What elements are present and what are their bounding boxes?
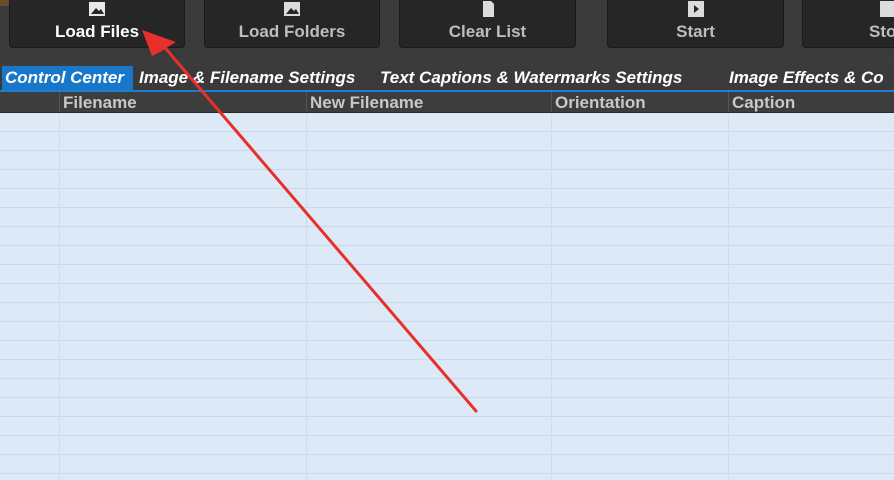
empty-row xyxy=(0,113,894,132)
column-divider xyxy=(728,113,729,480)
toolbar: Load Files Load Folders Clear List Start… xyxy=(0,0,894,58)
empty-row xyxy=(0,132,894,151)
tab-control-center[interactable]: Control Center xyxy=(2,66,133,90)
empty-row xyxy=(0,379,894,398)
settings-tabs: Control Center Image & Filename Settings… xyxy=(0,66,894,92)
file-list-grid[interactable]: Filename New Filename Orientation Captio… xyxy=(0,92,894,480)
image-icon xyxy=(284,2,300,16)
stop-icon xyxy=(880,1,894,17)
column-header-orientation[interactable]: Orientation xyxy=(551,92,728,112)
grid-rows xyxy=(0,113,894,480)
start-button[interactable]: Start xyxy=(607,0,784,48)
column-divider xyxy=(59,113,60,480)
load-folders-button[interactable]: Load Folders xyxy=(204,0,380,48)
clear-list-button[interactable]: Clear List xyxy=(399,0,576,48)
empty-row xyxy=(0,227,894,246)
tab-text-captions-watermarks-settings[interactable]: Text Captions & Watermarks Settings xyxy=(377,66,685,90)
column-divider xyxy=(551,113,552,480)
empty-row xyxy=(0,474,894,480)
empty-row xyxy=(0,322,894,341)
column-header-filename[interactable]: Filename xyxy=(59,92,306,112)
empty-row xyxy=(0,189,894,208)
empty-row xyxy=(0,208,894,227)
load-folders-label: Load Folders xyxy=(238,22,346,41)
empty-row xyxy=(0,398,894,417)
empty-row xyxy=(0,265,894,284)
empty-row xyxy=(0,360,894,379)
grid-header: Filename New Filename Orientation Captio… xyxy=(0,92,894,113)
empty-row xyxy=(0,455,894,474)
image-icon xyxy=(89,2,105,16)
empty-row xyxy=(0,436,894,455)
column-header-index[interactable] xyxy=(0,92,59,112)
column-header-caption[interactable]: Caption xyxy=(728,92,894,112)
clear-list-label: Clear List xyxy=(448,22,527,41)
empty-row xyxy=(0,341,894,360)
load-files-label: Load Files xyxy=(54,22,140,41)
empty-row xyxy=(0,151,894,170)
column-header-new-filename[interactable]: New Filename xyxy=(306,92,551,112)
tab-image-effects[interactable]: Image Effects & Co xyxy=(726,66,887,90)
empty-row xyxy=(0,170,894,189)
stop-label: Sto xyxy=(869,22,894,41)
empty-row xyxy=(0,246,894,265)
tab-image-filename-settings[interactable]: Image & Filename Settings xyxy=(136,66,358,90)
document-icon xyxy=(482,1,494,17)
column-divider xyxy=(306,113,307,480)
empty-row xyxy=(0,303,894,322)
empty-row xyxy=(0,284,894,303)
empty-row xyxy=(0,417,894,436)
stop-button[interactable]: Sto xyxy=(802,0,894,48)
load-files-button[interactable]: Load Files xyxy=(9,0,185,48)
start-label: Start xyxy=(676,22,715,41)
play-icon xyxy=(687,1,704,17)
